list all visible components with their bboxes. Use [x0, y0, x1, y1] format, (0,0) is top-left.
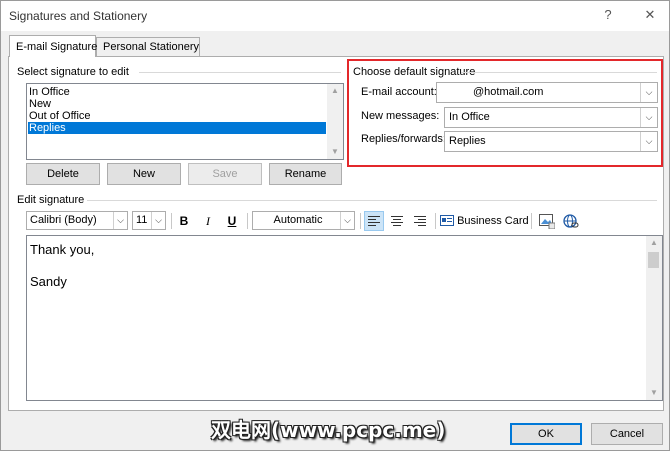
scroll-down-icon[interactable]: ▼ — [646, 386, 662, 400]
scroll-up-icon[interactable]: ▲ — [327, 84, 343, 98]
ok-label: OK — [538, 428, 554, 440]
save-button[interactable]: Save — [188, 163, 262, 185]
tab-personal-stationery[interactable]: Personal Stationery — [96, 37, 200, 57]
edit-signature-heading: Edit signature — [17, 194, 85, 206]
toolbar-separator — [171, 213, 172, 229]
align-right-icon[interactable] — [410, 211, 430, 231]
title-bar: Signatures and Stationery ? ✕ — [1, 1, 669, 31]
replies-forwards-label: Replies/forwards: — [361, 133, 446, 145]
divider — [139, 72, 341, 73]
rename-label: Rename — [284, 168, 327, 180]
list-item-selected[interactable]: Replies — [28, 122, 326, 134]
toolbar-separator — [435, 213, 436, 229]
signature-line: Sandy — [30, 274, 67, 289]
font-select[interactable]: Calibri (Body) ⌵ — [26, 211, 128, 230]
email-account-value: @hotmail.com — [473, 86, 544, 98]
align-center-icon[interactable] — [387, 211, 407, 231]
cancel-label: Cancel — [609, 428, 645, 440]
replies-forwards-value: Replies — [449, 135, 486, 147]
toolbar-separator — [360, 213, 361, 229]
font-value: Calibri (Body) — [30, 214, 97, 226]
tab-personal-stationery-label: Personal Stationery — [103, 41, 199, 53]
dialog-title: Signatures and Stationery — [9, 9, 148, 23]
toolbar-separator — [531, 213, 532, 229]
email-signature-panel: Select signature to edit In Office New O… — [8, 56, 664, 411]
scroll-up-icon[interactable]: ▲ — [646, 236, 662, 250]
ok-button[interactable]: OK — [510, 423, 582, 445]
chevron-down-icon[interactable]: ⌵ — [340, 212, 354, 229]
scroll-thumb[interactable] — [648, 252, 659, 268]
list-item[interactable]: New — [28, 98, 326, 110]
tab-email-signature[interactable]: E-mail Signature — [9, 35, 98, 57]
font-size-value: 11 — [136, 214, 148, 226]
signature-editor[interactable]: Thank you, Sandy ▲ ▼ — [26, 235, 663, 401]
font-color-value: Automatic — [273, 214, 323, 226]
chevron-down-icon[interactable]: ⌵ — [640, 83, 657, 102]
underline-button[interactable]: U — [222, 211, 242, 231]
business-card-icon — [440, 215, 454, 226]
divider — [87, 200, 657, 201]
insert-picture-icon[interactable] — [537, 211, 557, 231]
list-scrollbar[interactable]: ▲ ▼ — [327, 84, 343, 159]
bold-button[interactable]: B — [174, 211, 194, 231]
tab-email-signature-label: E-mail Signature — [16, 41, 98, 53]
default-signature-group: Choose default signature E-mail account:… — [347, 59, 663, 167]
font-size-select[interactable]: 11 ⌵ — [132, 211, 166, 230]
list-item[interactable]: Out of Office — [28, 110, 326, 122]
new-label: New — [132, 168, 155, 180]
watermark-text: 双电网(www.pcpc.me) — [211, 418, 446, 442]
business-card-button[interactable]: Business Card — [440, 211, 529, 231]
editor-scrollbar[interactable]: ▲ ▼ — [646, 236, 662, 400]
email-account-select[interactable]: @hotmail.com ⌵ — [436, 82, 658, 103]
italic-button[interactable]: I — [198, 211, 218, 231]
align-left-icon[interactable] — [364, 211, 384, 231]
email-account-label: E-mail account: — [361, 86, 437, 98]
new-messages-value: In Office — [449, 111, 490, 123]
new-messages-select[interactable]: In Office ⌵ — [444, 107, 658, 128]
select-signature-heading: Select signature to edit — [17, 66, 129, 78]
business-card-label: Business Card — [457, 215, 529, 227]
chevron-down-icon[interactable]: ⌵ — [113, 212, 127, 229]
cancel-button[interactable]: Cancel — [591, 423, 663, 445]
new-button[interactable]: New — [107, 163, 181, 185]
default-signature-heading: Choose default signature — [353, 66, 476, 78]
chevron-down-icon[interactable]: ⌵ — [151, 212, 165, 229]
list-item[interactable]: In Office — [28, 86, 326, 98]
hyperlink-icon[interactable] — [561, 211, 581, 231]
format-toolbar: Calibri (Body) ⌵ 11 ⌵ B I U Automatic ⌵ — [26, 211, 656, 233]
divider — [461, 72, 657, 73]
rename-button[interactable]: Rename — [269, 163, 342, 185]
chevron-down-icon[interactable]: ⌵ — [640, 108, 657, 127]
new-messages-label: New messages: — [361, 110, 440, 122]
signature-list[interactable]: In Office New Out of Office Replies ▲ ▼ — [26, 83, 344, 160]
toolbar-separator — [247, 213, 248, 229]
help-button[interactable]: ? — [599, 7, 617, 22]
scroll-down-icon[interactable]: ▼ — [327, 145, 343, 159]
font-color-select[interactable]: Automatic ⌵ — [252, 211, 355, 230]
signature-line: Thank you, — [30, 242, 95, 257]
close-icon[interactable]: ✕ — [641, 7, 659, 23]
save-label: Save — [212, 168, 238, 180]
signatures-dialog: Signatures and Stationery ? ✕ E-mail Sig… — [0, 0, 670, 451]
replies-forwards-select[interactable]: Replies ⌵ — [444, 131, 658, 152]
chevron-down-icon[interactable]: ⌵ — [640, 132, 657, 151]
delete-button[interactable]: Delete — [26, 163, 100, 185]
delete-label: Delete — [47, 168, 79, 180]
